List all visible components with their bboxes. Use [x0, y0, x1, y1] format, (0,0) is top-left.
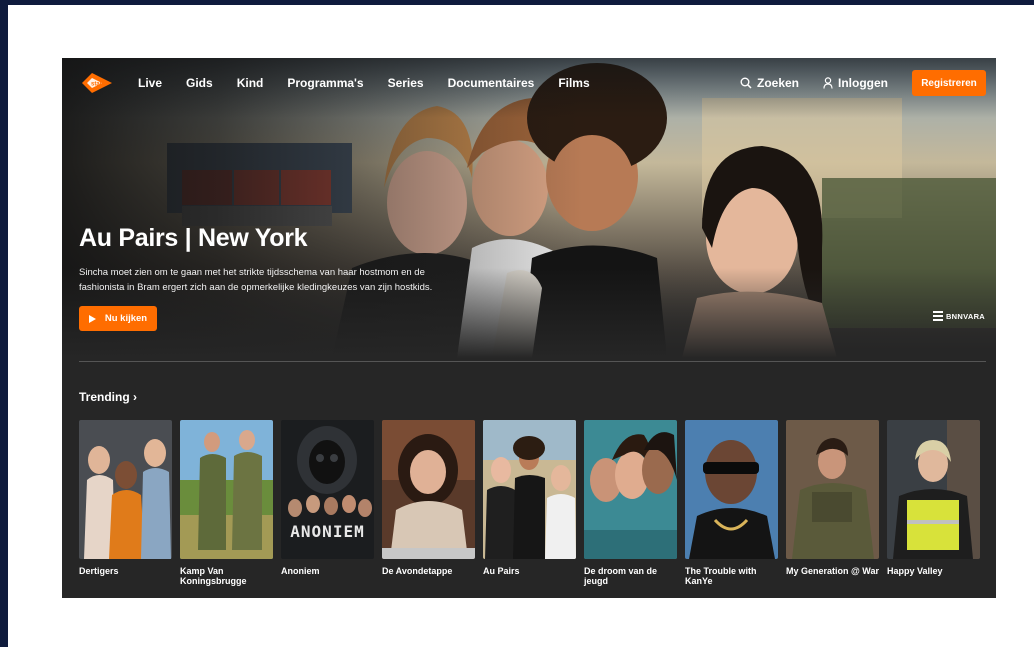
window-frame-top: [0, 0, 1034, 5]
hero-description: Sincha moet zien om te gaan met het stri…: [79, 267, 433, 293]
poster-image: [685, 420, 778, 559]
nav-item-live[interactable]: Live: [138, 76, 162, 90]
npo-start-logo[interactable]: start: [78, 70, 114, 96]
poster-image: [584, 420, 677, 559]
watch-now-button[interactable]: Nu kijken: [79, 306, 157, 331]
poster-title-text: ANONIEM: [290, 522, 365, 541]
hero-title: Au Pairs | New York: [79, 224, 308, 252]
poster-image: [887, 420, 980, 559]
poster-image: [786, 420, 879, 559]
trending-tile-au-pairs[interactable]: Au Pairs: [483, 420, 576, 586]
user-icon: [823, 77, 833, 89]
poster-image: [483, 420, 576, 559]
tile-title: Happy Valley: [887, 566, 943, 576]
nav-item-documentaires[interactable]: Documentaires: [448, 76, 535, 90]
broadcaster-bars-icon: [932, 311, 943, 321]
nav-menu: Live Gids Kind Programma's Series Docume…: [138, 76, 614, 90]
search-link[interactable]: Zoeken: [740, 76, 799, 90]
tile-title: De Avondetappe: [382, 566, 453, 576]
trending-tile-de-avondetappe[interactable]: De Avondetappe: [382, 420, 475, 586]
nav-item-programmas[interactable]: Programma's: [287, 76, 363, 90]
search-icon: [740, 77, 752, 89]
top-navigation: start Live Gids Kind Programma's Series …: [62, 58, 996, 108]
svg-text:start: start: [91, 82, 104, 88]
watch-now-label: Nu kijken: [104, 313, 148, 324]
trending-tile-happy-valley[interactable]: Happy Valley: [887, 420, 980, 586]
tile-title: De droom van de jeugd: [584, 566, 658, 586]
trending-rail: Dertigers Kamp Van Koningsbrugge ANONIEM…: [79, 420, 988, 586]
poster-image: ANONIEM: [281, 420, 374, 559]
window-frame-left: [0, 0, 8, 647]
tile-title: Anoniem: [281, 566, 320, 576]
nav-item-series[interactable]: Series: [388, 76, 424, 90]
register-button[interactable]: Registreren: [912, 70, 986, 96]
poster-image: [382, 420, 475, 559]
section-divider: [79, 361, 986, 362]
nav-item-gids[interactable]: Gids: [186, 76, 213, 90]
play-icon: [88, 314, 96, 323]
poster-image: [180, 420, 273, 559]
trending-tile-de-droom-van-de-jeugd[interactable]: De droom van de jeugd: [584, 420, 677, 586]
logo-icon: start: [82, 73, 112, 93]
streaming-app: Au Pairs | New York Sincha moet zien om …: [62, 58, 996, 598]
trending-tile-the-trouble-with-kanye[interactable]: The Trouble with KanYe: [685, 420, 778, 586]
tile-title: Dertigers: [79, 566, 119, 576]
broadcaster-name: BNNVARA: [945, 311, 985, 321]
broadcaster-logo: BNNVARA: [932, 311, 985, 321]
trending-tile-anoniem[interactable]: ANONIEM Anoniem: [281, 420, 374, 586]
trending-heading[interactable]: Trending ›: [79, 390, 137, 404]
search-label: Zoeken: [756, 76, 799, 90]
nav-item-kind[interactable]: Kind: [237, 76, 264, 90]
login-label: Inloggen: [838, 76, 888, 90]
poster-image: [79, 420, 172, 559]
nav-item-films[interactable]: Films: [558, 76, 589, 90]
trending-tile-dertigers[interactable]: Dertigers: [79, 420, 172, 586]
login-link[interactable]: Inloggen: [823, 76, 888, 90]
trending-tile-kamp-van-koningsbrugge[interactable]: Kamp Van Koningsbrugge: [180, 420, 273, 586]
tile-title: The Trouble with KanYe: [685, 566, 757, 586]
tile-title: Au Pairs: [483, 566, 520, 576]
tile-title: Kamp Van Koningsbrugge: [180, 566, 247, 586]
nav-actions: Zoeken Inloggen Registreren: [740, 70, 986, 96]
trending-tile-my-generation-at-war[interactable]: My Generation @ War: [786, 420, 879, 586]
tile-title: My Generation @ War: [786, 566, 879, 576]
